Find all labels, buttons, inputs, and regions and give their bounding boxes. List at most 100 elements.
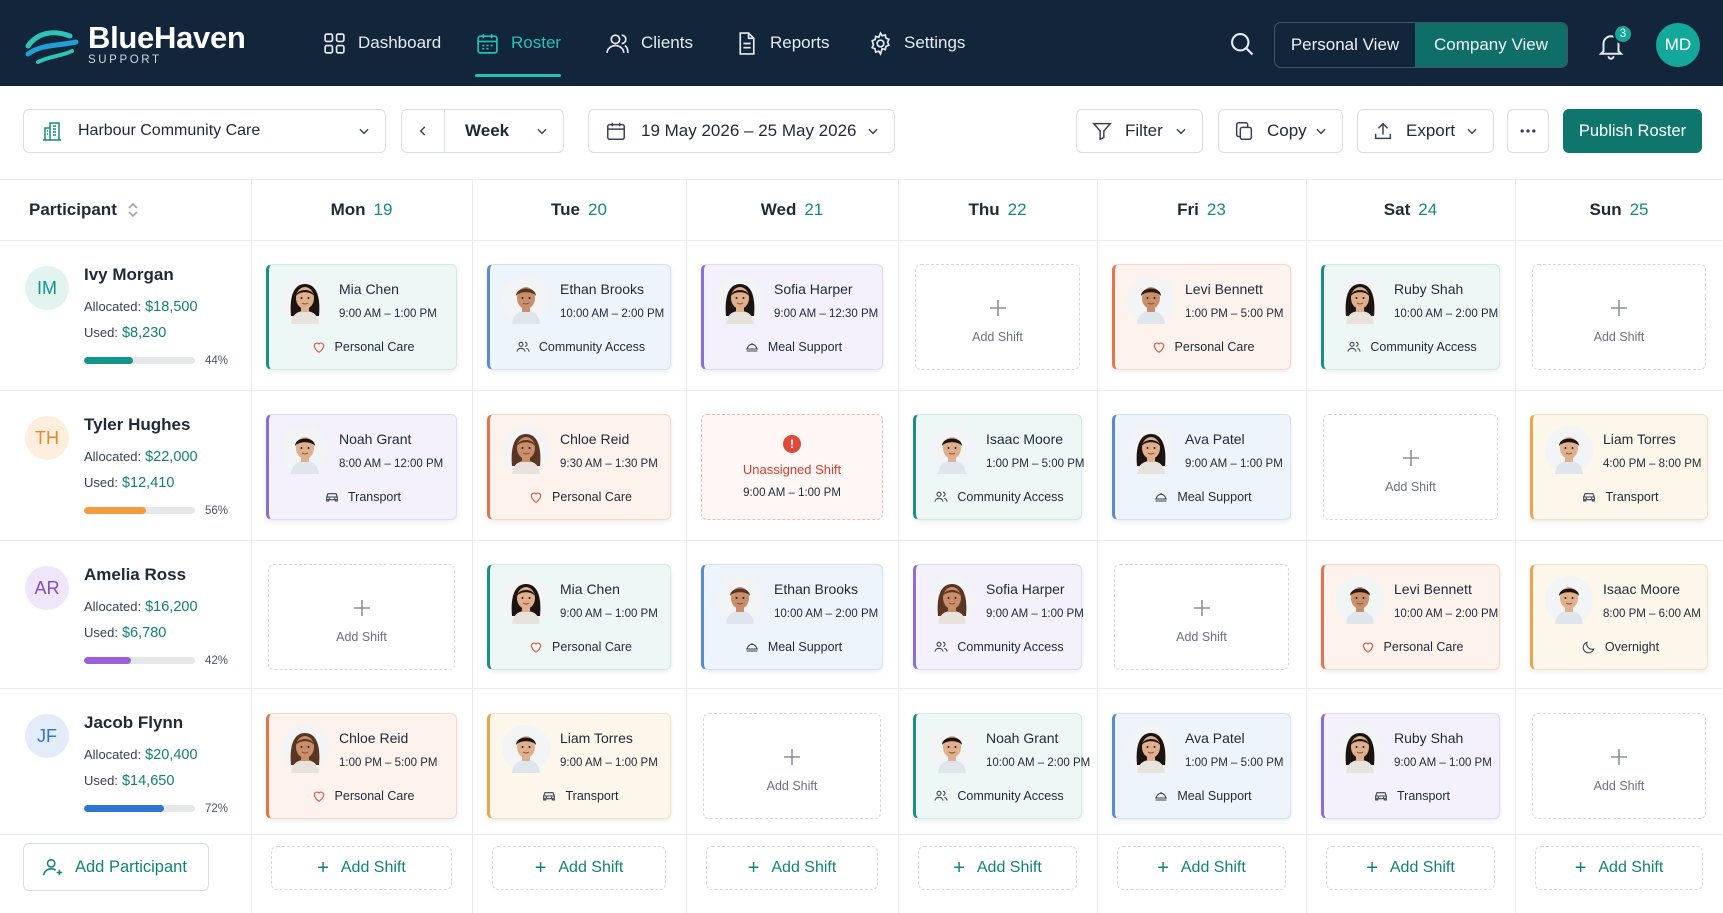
car-icon [541, 788, 557, 804]
worker-avatar [928, 426, 976, 474]
brand-logo[interactable]: BlueHaven SUPPORT [24, 22, 246, 66]
shift-card[interactable]: Sofia Harper 9:00 AM – 12:30 PM Meal Suppo… [701, 264, 883, 370]
add-shift-slot[interactable]: Add Shift [1532, 713, 1706, 819]
plus-icon: + [747, 857, 760, 879]
shift-card[interactable]: Ava Patel 9:00 AM – 1:00 PM Meal Support [1112, 414, 1291, 520]
shift-card[interactable]: Liam Torres 4:00 PM – 8:00 PM Transport [1530, 414, 1708, 520]
allocated-value: $18,500 [145, 299, 198, 315]
worker-avatar [928, 576, 976, 624]
worker-name: Ava Patel [1185, 431, 1245, 447]
budget-progress-bar [84, 657, 195, 664]
view-toggle: Personal View Company View [1274, 22, 1568, 68]
budget-progress-bar [84, 507, 195, 514]
budget-progress-fill [84, 805, 164, 812]
copy-icon [1235, 122, 1253, 140]
worker-avatar [928, 725, 976, 773]
grid-icon [324, 32, 345, 54]
filter-button[interactable]: Filter [1076, 109, 1203, 153]
day-header-sat: Sat 24 [1306, 180, 1515, 240]
publish-roster-button[interactable]: Publish Roster [1563, 109, 1702, 153]
footer-add-shift-button[interactable]: + Add Shift [918, 846, 1077, 890]
export-button[interactable]: Export [1357, 109, 1494, 153]
add-participant-button[interactable]: Add Participant [23, 843, 209, 891]
allocated-label: Allocated: [84, 299, 142, 314]
shift-card[interactable]: Liam Torres 9:00 AM – 1:00 PM Transport [487, 713, 671, 819]
day-name: Fri [1177, 200, 1199, 219]
chevron-down-icon [868, 128, 878, 135]
add-shift-slot[interactable]: Add Shift [915, 264, 1080, 370]
shift-card[interactable]: Mia Chen 9:00 AM – 1:00 PM Personal Care [487, 564, 671, 670]
shift-card[interactable]: Ethan Brooks 10:00 AM – 2:00 PM Meal Suppo… [701, 564, 883, 670]
dish-icon [1153, 788, 1169, 804]
participant-name: Tyler Hughes [84, 415, 191, 434]
shift-card[interactable]: Noah Grant 8:00 AM – 12:00 PM Transport [266, 414, 457, 520]
car-icon [1581, 489, 1597, 505]
shift-card[interactable]: Chloe Reid 1:00 PM – 5:00 PM Personal Care [266, 713, 457, 819]
dish-icon [744, 339, 760, 355]
service-type: Personal Care [490, 489, 670, 505]
shift-card[interactable]: Isaac Moore 8:00 PM – 6:00 AM Overnight [1530, 564, 1708, 670]
participant-row-header[interactable]: TH Tyler Hughes Allocated: $22,000 Used: $12,… [0, 390, 251, 540]
shift-time: 10:00 AM – 2:00 PM [1394, 308, 1499, 320]
used-value: $12,410 [121, 475, 175, 491]
add-user-icon [43, 858, 63, 876]
day-header-fri: Fri 23 [1097, 180, 1306, 240]
used-line: Used: $14,650 [84, 773, 174, 789]
worker-name: Chloe Reid [339, 730, 409, 746]
add-shift-label: Add Shift [1385, 480, 1436, 494]
period-select[interactable]: Week [445, 110, 563, 152]
footer-add-shift-button[interactable]: + Add Shift [1535, 846, 1703, 890]
add-shift-slot[interactable]: Add Shift [703, 713, 881, 819]
nav-clients[interactable]: Clients [605, 0, 693, 86]
user-avatar[interactable]: MD [1656, 23, 1700, 67]
search-icon[interactable] [1228, 30, 1256, 58]
calendar-icon [607, 122, 625, 140]
organization-select[interactable]: Harbour Community Care [23, 109, 386, 153]
shift-card[interactable]: Ava Patel 1:00 PM – 5:00 PM Meal Support [1112, 713, 1291, 819]
unassigned-label: Unassigned Shift [742, 462, 842, 477]
add-shift-slot[interactable]: Add Shift [268, 564, 455, 670]
shift-card[interactable]: Levi Bennett 1:00 PM – 5:00 PM Personal Ca… [1112, 264, 1291, 370]
shift-card[interactable]: Ethan Brooks 10:00 AM – 2:00 PM Community … [487, 264, 671, 370]
date-range-picker[interactable]: 19 May 2026 – 25 May 2026 [588, 109, 895, 153]
worker-name: Isaac Moore [1603, 581, 1681, 597]
footer-add-shift-button[interactable]: + Add Shift [1117, 846, 1286, 890]
shift-card[interactable]: Isaac Moore 1:00 PM – 5:00 PM Community Ac… [913, 414, 1084, 520]
add-shift-slot[interactable]: Add Shift [1323, 414, 1498, 520]
footer-add-shift-button[interactable]: + Add Shift [706, 846, 878, 890]
car-icon [1373, 788, 1389, 804]
participant-row-header[interactable]: AR Amelia Ross Allocated: $16,200 Used: $6,78… [0, 540, 251, 690]
allocated-value: $16,200 [145, 599, 198, 615]
shift-card[interactable]: Ruby Shah 10:00 AM – 2:00 PM Community Acc… [1321, 264, 1500, 370]
shift-card[interactable]: Mia Chen 9:00 AM – 1:00 PM Personal Care [266, 264, 457, 370]
footer-add-shift-button[interactable]: + Add Shift [1326, 846, 1495, 890]
add-shift-slot[interactable]: Add Shift [1114, 564, 1289, 670]
participant-row-header[interactable]: JF Jacob Flynn Allocated: $20,400 Used: $14,6… [0, 688, 251, 838]
company-view-button[interactable]: Company View [1415, 23, 1567, 67]
footer-add-shift-button[interactable]: + Add Shift [492, 846, 666, 890]
participant-column-header[interactable]: Participant [29, 180, 139, 240]
moon-icon [1581, 639, 1597, 655]
date-range-label: 19 May 2026 – 25 May 2026 [641, 121, 857, 140]
shift-card[interactable]: Levi Bennett 10:00 AM – 2:00 PM Personal C… [1321, 564, 1500, 670]
nav-roster[interactable]: Roster [475, 0, 562, 86]
nav-reports[interactable]: Reports [734, 0, 830, 86]
participant-row-header[interactable]: IM Ivy Morgan Allocated: $18,500 Used: $8,230… [0, 240, 251, 390]
previous-week-button[interactable] [402, 110, 445, 152]
shift-card[interactable]: Noah Grant 10:00 AM – 2:00 PM Community Ac… [913, 713, 1090, 819]
unassigned-shift-card[interactable]: ! Unassigned Shift 9:00 AM – 1:00 PM [701, 414, 883, 520]
nav-settings[interactable]: Settings [868, 0, 965, 86]
day-header-thu: Thu 22 [898, 180, 1097, 240]
footer-add-shift-button[interactable]: + Add Shift [271, 846, 452, 890]
chevron-down-icon [1467, 128, 1477, 135]
add-shift-label: Add Shift [972, 330, 1023, 344]
nav-dashboard[interactable]: Dashboard [322, 0, 441, 86]
shift-card[interactable]: Ruby Shah 9:00 AM – 1:00 PM Transport [1321, 713, 1500, 819]
shift-card[interactable]: Chloe Reid 9:30 AM – 1:30 PM Personal Care [487, 414, 671, 520]
copy-button[interactable]: Copy [1218, 109, 1343, 153]
personal-view-button[interactable]: Personal View [1275, 23, 1415, 67]
add-shift-label: Add Shift [336, 630, 387, 644]
more-options-button[interactable] [1507, 109, 1549, 153]
shift-card[interactable]: Sofia Harper 9:00 AM – 1:00 PM Community A… [913, 564, 1084, 670]
add-shift-slot[interactable]: Add Shift [1532, 264, 1706, 370]
